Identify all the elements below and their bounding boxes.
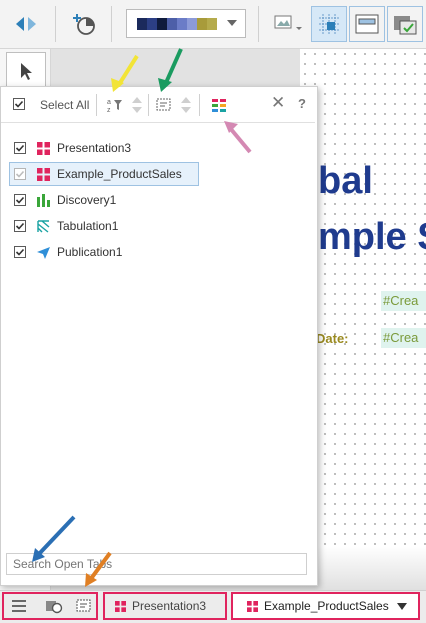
- blue-arrow: [32, 515, 76, 562]
- pink-arrow: [224, 121, 252, 154]
- orange-arrow: [85, 551, 112, 587]
- yellow-arrow: [111, 54, 139, 92]
- green-arrow: [158, 48, 183, 92]
- annotation-arrows: [32, 48, 252, 587]
